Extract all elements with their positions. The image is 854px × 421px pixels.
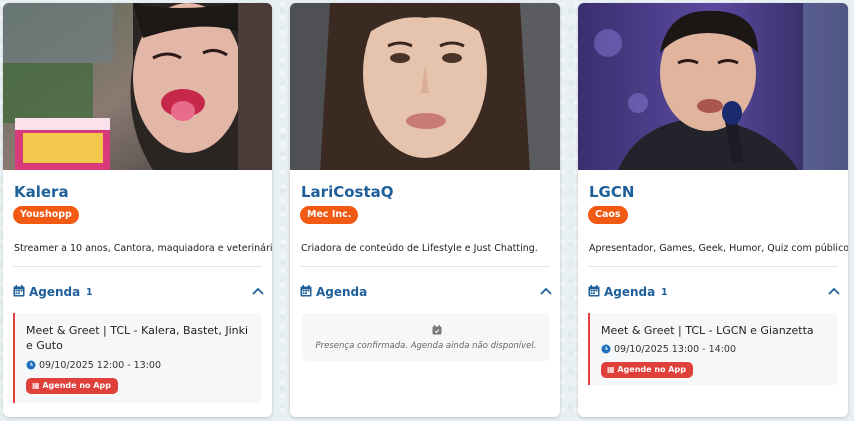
calendar-small-icon: ▦: [607, 365, 618, 374]
profile-photo: [3, 3, 272, 170]
streamer-name[interactable]: LGCN: [589, 183, 634, 201]
agenda-event: Meet & Greet | TCL - Kalera, Bastet, Jin…: [13, 313, 262, 403]
schedule-button-label: Agende no App: [42, 381, 111, 390]
clock-icon: [601, 344, 611, 354]
event-datetime: 09/10/2025 12:00 - 13:00: [26, 360, 161, 371]
agenda-empty-state: Presença confirmada. Agenda ainda não di…: [302, 313, 550, 361]
streamer-description: Streamer a 10 anos, Cantora, maquiadora …: [14, 243, 272, 254]
team-badge: Youshopp: [13, 206, 79, 224]
calendar-icon: [588, 285, 600, 297]
agenda-label: Agenda: [604, 285, 656, 299]
calendar-check-icon: [432, 325, 442, 335]
event-title: Meet & Greet | TCL - LGCN e Gianzetta: [601, 324, 814, 337]
profile-photo: [290, 3, 560, 170]
divider: [588, 266, 838, 267]
agenda-count: 1: [86, 287, 93, 298]
calendar-icon: [300, 285, 312, 297]
chevron-up-icon[interactable]: [828, 286, 840, 296]
team-badge: Mec Inc.: [300, 206, 359, 224]
streamer-description: Criadora de conteúdo de Lifestyle e Just…: [301, 243, 538, 254]
streamer-name[interactable]: LariCostaQ: [301, 183, 394, 201]
schedule-in-app-button[interactable]: ▦ Agende no App: [601, 362, 693, 378]
streamer-card-lgcn: LGCN Caos Apresentador, Games, Geek, Hum…: [578, 3, 848, 417]
agenda-toggle[interactable]: Agenda: [300, 283, 552, 303]
event-datetime-text: 09/10/2025 12:00 - 13:00: [39, 360, 161, 371]
event-title: Meet & Greet | TCL - Kalera, Bastet, Jin…: [26, 324, 249, 352]
schedule-button-label: Agende no App: [617, 365, 686, 374]
event-datetime: 09/10/2025 13:00 - 14:00: [601, 344, 736, 355]
streamer-card-laricostaq: LariCostaQ Mec Inc. Criadora de conteúdo…: [290, 3, 560, 417]
calendar-icon: [13, 285, 25, 297]
schedule-in-app-button[interactable]: ▦ Agende no App: [26, 378, 118, 394]
profile-photo: [578, 3, 848, 170]
event-datetime-text: 09/10/2025 13:00 - 14:00: [614, 344, 736, 355]
agenda-count: 1: [661, 287, 668, 298]
agenda-toggle[interactable]: Agenda 1: [588, 283, 840, 303]
chevron-up-icon[interactable]: [540, 286, 552, 296]
agenda-label: Agenda: [316, 285, 368, 299]
streamer-description: Apresentador, Games, Geek, Humor, Quiz c…: [589, 243, 848, 254]
divider: [13, 266, 262, 267]
team-badge: Caos: [588, 206, 628, 224]
streamer-name[interactable]: Kalera: [14, 183, 69, 201]
agenda-label: Agenda: [29, 285, 81, 299]
streamer-card-kalera: Kalera Youshopp Streamer a 10 anos, Cant…: [3, 3, 272, 417]
agenda-toggle[interactable]: Agenda 1: [13, 283, 264, 303]
agenda-empty-text: Presença confirmada. Agenda ainda não di…: [315, 341, 537, 351]
divider: [300, 266, 550, 267]
clock-icon: [26, 360, 36, 370]
chevron-up-icon[interactable]: [252, 286, 264, 296]
agenda-event: Meet & Greet | TCL - LGCN e Gianzetta 09…: [588, 313, 838, 385]
calendar-small-icon: ▦: [32, 381, 43, 390]
